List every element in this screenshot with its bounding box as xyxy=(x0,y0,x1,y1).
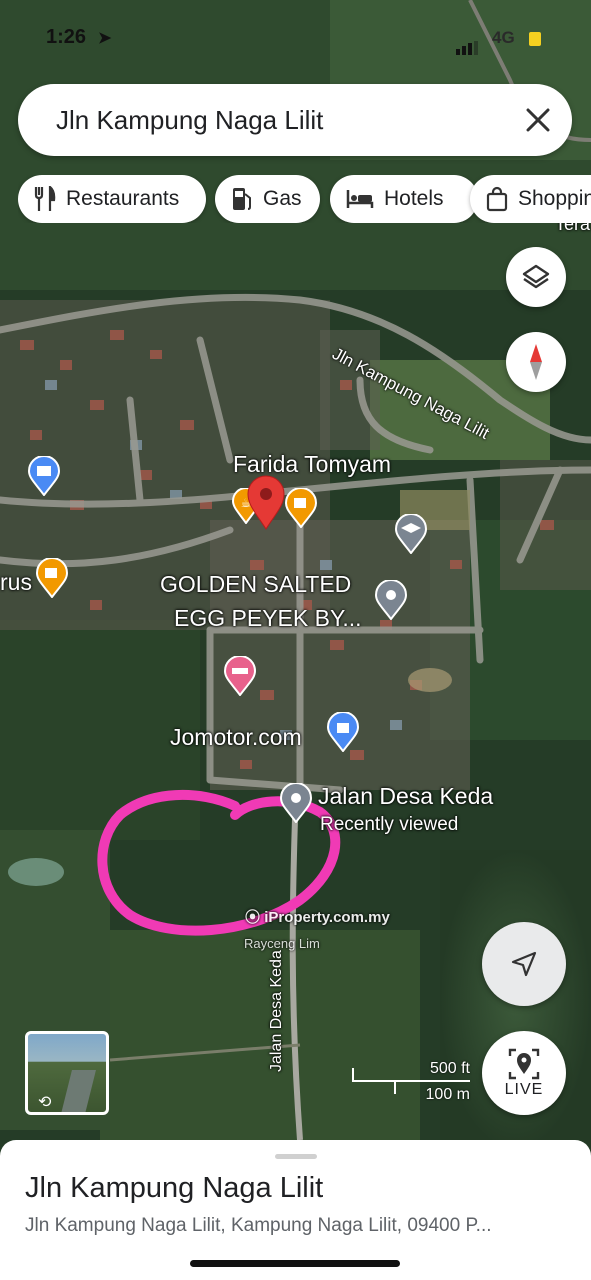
shopping-pin-icon[interactable] xyxy=(327,712,359,752)
place-address: Jln Kampung Naga Lilit, Kampung Naga Lil… xyxy=(25,1215,492,1236)
drag-handle[interactable] xyxy=(275,1154,317,1159)
cafe-pin-left-icon[interactable] xyxy=(36,558,68,598)
compass-button[interactable] xyxy=(506,332,566,392)
chip-gas[interactable]: Gas xyxy=(215,175,320,223)
watermark-pin-icon: ⦿ xyxy=(245,909,261,926)
hotel-pin-icon[interactable] xyxy=(224,656,256,696)
street-road xyxy=(60,1070,96,1112)
watermark-text: iProperty.com.my xyxy=(264,909,390,926)
street-view-thumbnail[interactable]: ⟲ xyxy=(25,1031,109,1115)
chip-shopping[interactable]: Shoppin xyxy=(470,175,591,223)
navigation-arrow-icon xyxy=(511,951,537,977)
rotate-360-icon: ⟲ xyxy=(38,1094,52,1111)
chip-hotels[interactable]: Hotels xyxy=(330,175,478,223)
place-label-golden-1[interactable]: GOLDEN SALTED xyxy=(160,571,351,598)
place-label-farida[interactable]: Farida Tomyam xyxy=(233,451,391,478)
my-location-button[interactable] xyxy=(482,922,566,1006)
layers-button[interactable] xyxy=(506,247,566,307)
gas-pump-icon xyxy=(233,188,251,210)
compass-icon xyxy=(530,344,542,380)
scale-line xyxy=(352,1080,470,1082)
status-bar: 1:26 ➤ 4G xyxy=(0,24,591,55)
scale-meters: 100 m xyxy=(425,1086,470,1103)
location-arrow-icon: ➤ xyxy=(98,30,112,47)
signal-icon xyxy=(456,32,480,55)
chip-label: Shoppin xyxy=(518,187,591,210)
watermark-sub: Rayceng Lim xyxy=(244,936,320,951)
place-label-partial-left[interactable]: rus xyxy=(0,569,32,596)
chip-label: Restaurants xyxy=(66,187,180,210)
search-query[interactable]: Jln Kampung Naga Lilit xyxy=(56,105,323,136)
shopping-bag-icon xyxy=(486,186,508,212)
live-view-button[interactable]: LIVE xyxy=(482,1031,566,1115)
map-scale: 500 ft 100 m xyxy=(352,1058,472,1108)
place-title: Jln Kampung Naga Lilit xyxy=(25,1172,324,1204)
place-sublabel-recent: Recently viewed xyxy=(320,814,459,835)
close-icon[interactable] xyxy=(524,106,552,134)
chip-label: Hotels xyxy=(384,187,444,210)
cafe-pin-icon[interactable] xyxy=(285,488,317,528)
school-pin-icon[interactable] xyxy=(395,514,427,554)
search-bar[interactable]: Jln Kampung Naga Lilit xyxy=(18,84,572,156)
home-indicator[interactable] xyxy=(190,1260,400,1267)
place-label-golden-2[interactable]: EGG PEYEK BY... xyxy=(174,605,362,632)
place-label-desa-keda[interactable]: Jalan Desa Keda xyxy=(318,783,493,810)
scale-feet: 500 ft xyxy=(429,1060,470,1077)
selected-location-pin-icon[interactable] xyxy=(246,474,286,530)
scale-tick-left xyxy=(352,1068,354,1082)
live-label: LIVE xyxy=(504,1081,544,1098)
road-label-desa-keda: Jalan Desa Keda xyxy=(268,950,285,1072)
network-type: 4G xyxy=(492,28,515,47)
layers-icon xyxy=(522,264,550,289)
place-label-jomotor[interactable]: Jomotor.com xyxy=(170,724,302,751)
scale-tick-mid xyxy=(394,1080,396,1094)
battery-icon xyxy=(529,32,541,46)
ar-pin-icon xyxy=(508,1048,540,1080)
fork-knife-icon xyxy=(34,186,56,211)
chip-restaurants[interactable]: Restaurants xyxy=(18,175,206,223)
bottom-sheet[interactable]: Jln Kampung Naga Lilit Jln Kampung Naga … xyxy=(0,1140,591,1280)
watermark: ⦿ iProperty.com.my xyxy=(245,906,390,927)
bed-icon xyxy=(346,190,374,208)
location-pin-icon[interactable] xyxy=(375,580,407,620)
recent-pin-icon[interactable] xyxy=(280,783,312,823)
shop-pin-icon[interactable] xyxy=(28,456,60,496)
category-chips: Restaurants Gas Hotels Shoppin xyxy=(18,175,591,223)
status-time: 1:26 xyxy=(46,26,87,48)
chip-label: Gas xyxy=(263,187,302,210)
